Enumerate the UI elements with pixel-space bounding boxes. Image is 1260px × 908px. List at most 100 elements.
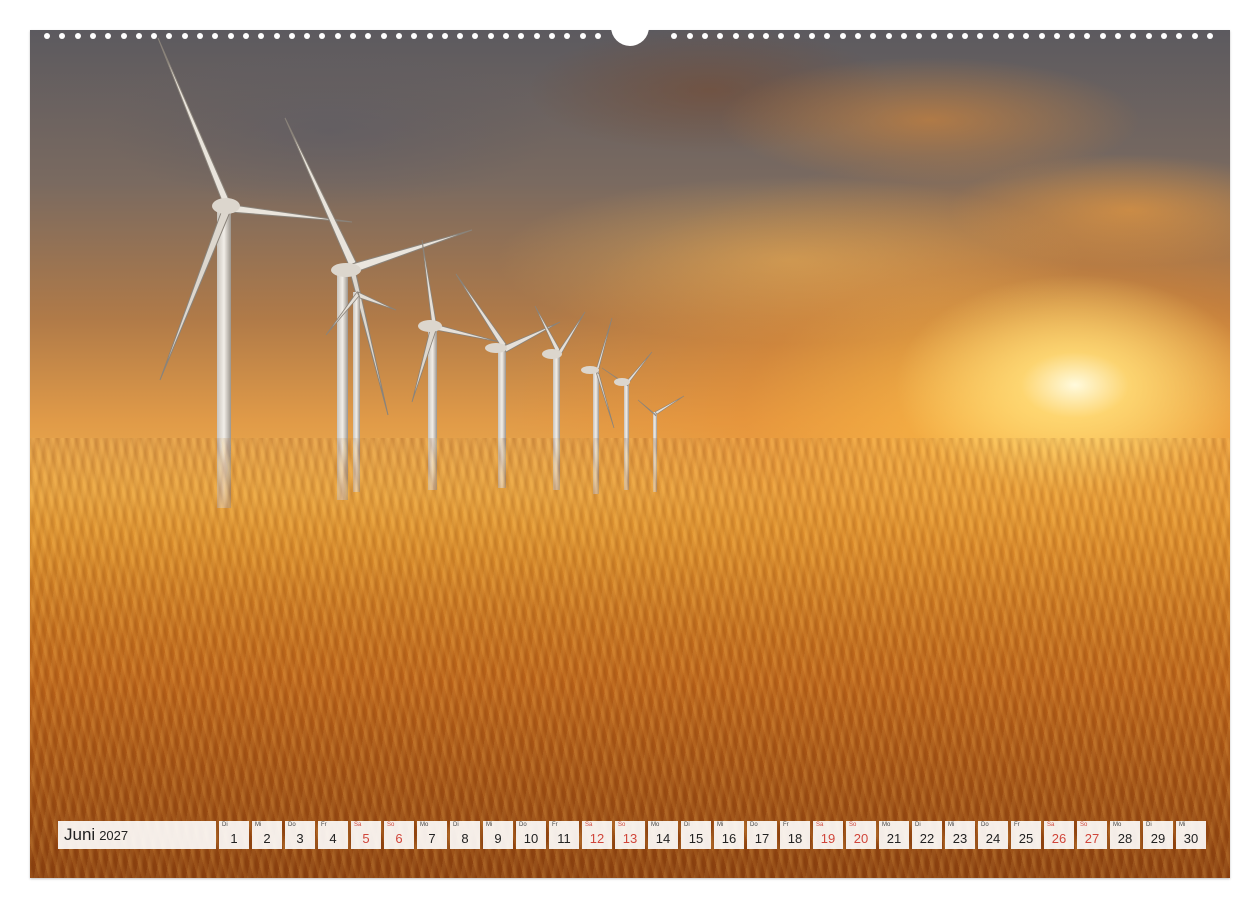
binding-hole	[1053, 33, 1060, 39]
binding-hole	[426, 33, 433, 39]
weekday-label: So	[849, 822, 857, 828]
day-cell: Fr 25	[1011, 821, 1041, 849]
binding-hole	[518, 33, 525, 39]
binding-hole	[564, 33, 571, 39]
weekday-label: Mo	[882, 822, 891, 828]
binding-hole	[1191, 33, 1198, 39]
day-cell: Di 22	[912, 821, 942, 849]
day-cell: Do 10	[516, 821, 546, 849]
day-cell: Di 29	[1143, 821, 1173, 849]
binding-hole	[1160, 33, 1167, 39]
binding-hole	[227, 33, 234, 39]
weekday-label: Mi	[1179, 822, 1186, 828]
day-cell: Mi 9	[483, 821, 513, 849]
binding-hole	[793, 33, 800, 39]
day-number: 19	[820, 831, 836, 846]
day-number: 15	[688, 831, 704, 846]
day-number: 25	[1018, 831, 1034, 846]
weekday-label: Mo	[420, 822, 429, 828]
binding-hole	[916, 33, 923, 39]
day-cell: Do 3	[285, 821, 315, 849]
binding-hole	[59, 33, 66, 39]
day-number: 18	[787, 831, 803, 846]
day-cell: Di 15	[681, 821, 711, 849]
day-number: 22	[919, 831, 935, 846]
binding-hole	[732, 33, 739, 39]
binding-hole	[671, 33, 678, 39]
binding-hole	[212, 33, 219, 39]
weekday-label: So	[1080, 822, 1088, 828]
day-number: 24	[985, 831, 1001, 846]
binding-hole	[1176, 33, 1183, 39]
binding-hole	[304, 33, 311, 39]
binding-hole	[319, 33, 326, 39]
binding-hole	[334, 33, 341, 39]
day-number: 28	[1117, 831, 1133, 846]
binding-hole	[962, 33, 968, 39]
weekday-label: Sa	[1047, 822, 1055, 828]
weekday-label: Do	[750, 822, 758, 828]
day-cell: Mi 30	[1176, 821, 1206, 849]
day-cell: So 27	[1077, 821, 1107, 849]
binding-hole	[1145, 33, 1152, 39]
day-number: 6	[395, 831, 403, 846]
binding-hole	[288, 33, 295, 39]
day-number: 1	[230, 831, 238, 846]
weekday-label: Di	[1146, 822, 1152, 828]
binding-hole	[242, 33, 249, 39]
weekday-label: Mi	[717, 822, 724, 828]
day-number: 5	[362, 831, 370, 846]
binding-hole	[824, 33, 831, 39]
binding-hole	[135, 33, 142, 39]
day-cell: Mo 14	[648, 821, 678, 849]
month-name: Juni	[64, 825, 96, 844]
calendar-page: Juni 2027 Di 1 Mi 2 Do 3 Fr 4 Sa 5 So 6 Mo 7 Di 8 Mi 9 Do 1…	[0, 0, 1260, 908]
binding-hole	[1130, 33, 1137, 39]
binding-hole	[395, 33, 402, 39]
binding-hole	[992, 33, 999, 39]
day-cell: So 13	[615, 821, 645, 849]
day-number: 14	[655, 831, 671, 846]
day-cell: Mo 7	[417, 821, 447, 849]
binding-hole	[747, 33, 754, 39]
calendar-photo	[30, 30, 1230, 878]
binding-hole	[900, 33, 907, 39]
binding-hole	[273, 33, 280, 39]
weekday-label: Mi	[948, 822, 955, 828]
day-number: 3	[296, 831, 304, 846]
day-number: 12	[589, 831, 605, 846]
binding-hole	[89, 33, 96, 39]
binding-hole	[1038, 33, 1045, 39]
binding-hole	[977, 33, 984, 39]
day-cell: Di 1	[219, 821, 249, 849]
day-cell: Sa 5	[351, 821, 381, 849]
binding-hole	[548, 33, 555, 39]
binding-hole	[411, 33, 418, 39]
binding-hole	[1069, 33, 1076, 39]
binding-hole	[946, 33, 953, 39]
weekday-label: Sa	[585, 822, 593, 828]
binding-hole	[579, 33, 586, 39]
day-number: 8	[461, 831, 469, 846]
weekday-label: Fr	[321, 822, 327, 828]
day-number: 7	[428, 831, 436, 846]
binding-hole	[166, 33, 173, 39]
day-number: 27	[1084, 831, 1100, 846]
weekday-label: So	[618, 822, 626, 828]
day-number: 13	[622, 831, 638, 846]
day-cell: Mo 21	[879, 821, 909, 849]
binding-hole	[854, 33, 861, 39]
binding-hole	[350, 33, 356, 39]
binding-hole	[686, 33, 693, 39]
day-cell: Mi 23	[945, 821, 975, 849]
day-cell: Mo 28	[1110, 821, 1140, 849]
weekday-label: Mo	[651, 822, 660, 828]
weekday-label: Di	[453, 822, 459, 828]
day-number: 21	[886, 831, 902, 846]
weekday-label: Di	[684, 822, 690, 828]
binding-hole	[457, 33, 464, 39]
binding-hole	[74, 33, 81, 39]
binding-hole	[441, 33, 448, 39]
binding-hole	[44, 33, 50, 39]
day-cell: Do 24	[978, 821, 1008, 849]
